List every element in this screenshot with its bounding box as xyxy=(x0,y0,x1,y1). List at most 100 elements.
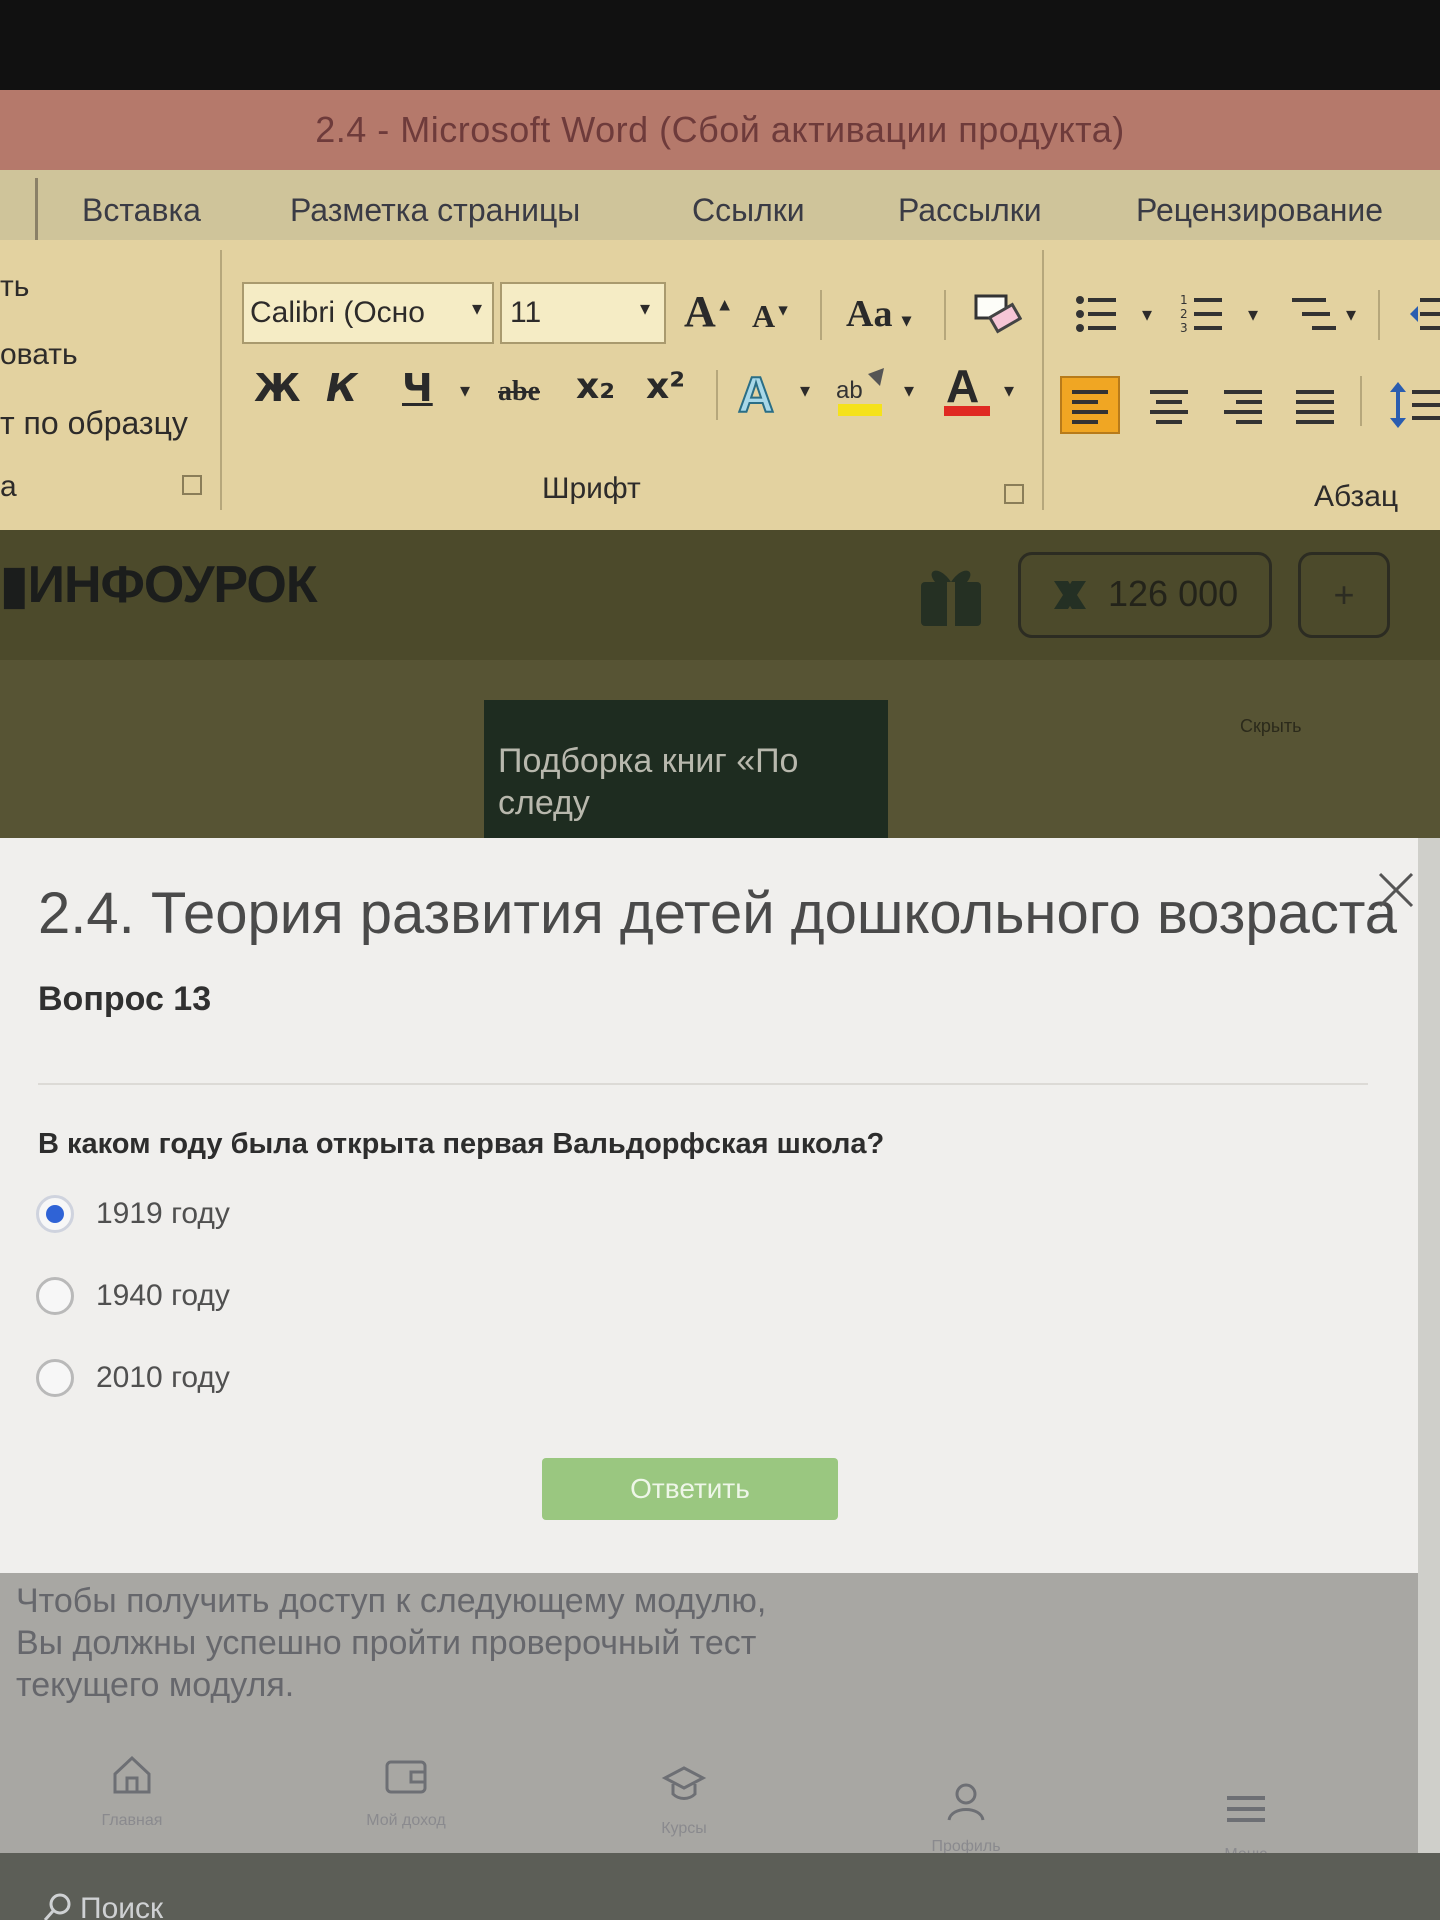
logo-text: ИНФОУРОК xyxy=(27,556,318,614)
strikethrough-button[interactable]: abe xyxy=(498,376,540,408)
text-effects-icon[interactable]: A xyxy=(736,364,800,420)
nav-label: Курсы xyxy=(661,1820,707,1837)
subscript-button[interactable]: x₂ xyxy=(576,366,615,407)
site-logo[interactable]: ▮ИНФОУРОК xyxy=(0,555,318,615)
font-launcher-icon[interactable] xyxy=(1004,484,1024,504)
highlight-color-icon[interactable]: ab xyxy=(834,364,890,420)
align-center-icon[interactable] xyxy=(1144,380,1194,430)
promo-text: Подборка книг «По следу xyxy=(498,742,799,822)
font-name-box[interactable]: Calibri (Осно ▾ xyxy=(242,282,494,344)
tab-insert[interactable]: Вставка xyxy=(82,192,201,229)
clipboard-launcher-icon[interactable] xyxy=(182,475,202,495)
change-case-button[interactable]: Aa ▾ xyxy=(846,292,911,336)
chevron-down-icon[interactable]: ▾ xyxy=(460,378,470,403)
bullets-icon[interactable] xyxy=(1074,292,1118,336)
radio-button[interactable] xyxy=(36,1359,74,1397)
group-separator xyxy=(820,290,822,340)
scrollbar-track[interactable] xyxy=(1418,838,1440,1853)
clipboard-copy-label[interactable]: овать xyxy=(0,338,78,372)
monitor-bezel xyxy=(0,0,1440,90)
answer-option-2[interactable]: 1940 году xyxy=(36,1272,230,1320)
hide-promo-link[interactable]: Скрыть xyxy=(1240,716,1301,737)
svg-text:ab: ab xyxy=(836,377,863,404)
paragraph-group-label: Абзац xyxy=(1314,480,1399,513)
close-icon[interactable] xyxy=(1374,868,1418,912)
svg-text:3: 3 xyxy=(1180,321,1188,335)
multilevel-list-icon[interactable] xyxy=(1286,292,1340,336)
nav-profile[interactable]: Профиль xyxy=(896,1778,1036,1856)
tab-page-layout[interactable]: Разметка страницы xyxy=(290,192,580,229)
profile-icon xyxy=(947,1783,985,1821)
word-title-bar: 2.4 - Microsoft Word (Сбой активации про… xyxy=(0,90,1440,170)
chevron-down-icon[interactable]: ▾ xyxy=(800,378,810,403)
chevron-down-icon: ▾ xyxy=(472,298,483,320)
svg-text:1: 1 xyxy=(1180,293,1188,307)
svg-text:A: A xyxy=(738,367,774,420)
grow-font-button[interactable]: A▲ xyxy=(684,286,734,337)
nav-income[interactable]: Мой доход xyxy=(336,1752,476,1830)
taskbar-search-input[interactable]: Поиск xyxy=(80,1892,163,1920)
justify-icon[interactable] xyxy=(1290,380,1340,430)
answer-option-label: 2010 году xyxy=(96,1361,230,1394)
home-icon xyxy=(113,1755,151,1794)
format-painter-label[interactable]: т по образцу xyxy=(0,405,188,442)
graduation-cap-icon xyxy=(661,1766,707,1800)
change-case-label: Aa xyxy=(846,293,893,335)
align-right-icon[interactable] xyxy=(1218,380,1268,430)
radio-button-selected[interactable] xyxy=(36,1195,74,1233)
module-title: 2.4. Теория развития детей дошкольного в… xyxy=(38,881,1398,946)
logo-mark-icon: ▮ xyxy=(0,556,29,614)
nav-label: Мой доход xyxy=(366,1812,446,1829)
font-size-value: 11 xyxy=(510,296,542,329)
group-separator xyxy=(944,290,946,340)
bold-button[interactable]: Ж xyxy=(254,366,301,410)
chevron-down-icon[interactable]: ▾ xyxy=(1004,378,1014,403)
clipboard-cut-label[interactable]: ть xyxy=(0,270,29,304)
chevron-down-icon[interactable]: ▾ xyxy=(1346,302,1356,327)
search-icon[interactable] xyxy=(42,1892,74,1920)
coins-icon xyxy=(1054,581,1086,609)
chevron-down-icon: ▾ xyxy=(640,298,651,320)
nav-courses[interactable]: Курсы xyxy=(614,1760,754,1838)
grow-font-label: A xyxy=(684,287,716,336)
group-separator xyxy=(220,250,222,510)
balance-amount: 126 000 xyxy=(1108,573,1239,614)
answer-option-label: 1919 году xyxy=(96,1197,230,1230)
question-text: В каком году была открыта первая Вальдор… xyxy=(38,1128,885,1160)
italic-button[interactable]: К xyxy=(326,366,357,410)
line-spacing-icon[interactable] xyxy=(1388,378,1440,432)
shrink-font-button[interactable]: A▼ xyxy=(752,298,791,335)
nav-label: Главная xyxy=(101,1812,163,1829)
module-lock-notice: Чтобы получить доступ к следующему модул… xyxy=(16,1582,767,1704)
tab-mailings[interactable]: Рассылки xyxy=(898,192,1042,229)
answer-option-3[interactable]: 2010 году xyxy=(36,1354,230,1402)
tab-review[interactable]: Рецензирование xyxy=(1136,192,1383,229)
font-name-value: Calibri (Осно xyxy=(250,296,425,329)
chevron-down-icon[interactable]: ▾ xyxy=(1142,302,1152,327)
svg-text:A: A xyxy=(946,360,979,412)
question-number: Вопрос 13 xyxy=(38,980,212,1018)
radio-button[interactable] xyxy=(36,1277,74,1315)
chevron-down-icon[interactable]: ▾ xyxy=(904,378,914,403)
wallet-icon xyxy=(385,1760,427,1794)
group-separator xyxy=(1360,376,1362,426)
align-left-button[interactable] xyxy=(1060,376,1120,434)
decrease-indent-icon[interactable] xyxy=(1410,292,1440,336)
gift-icon[interactable] xyxy=(915,560,987,628)
align-left-icon xyxy=(1072,390,1108,424)
font-color-icon[interactable]: A xyxy=(940,360,996,420)
add-funds-button[interactable]: + xyxy=(1298,552,1390,638)
tab-references[interactable]: Ссылки xyxy=(692,192,805,229)
numbering-icon[interactable]: 1 2 3 xyxy=(1180,292,1224,336)
font-size-box[interactable]: 11 ▾ xyxy=(500,282,666,344)
answer-option-1[interactable]: 1919 году xyxy=(36,1190,230,1238)
submit-answer-button[interactable]: Ответить xyxy=(542,1458,838,1520)
word-window-title: 2.4 - Microsoft Word (Сбой активации про… xyxy=(315,109,1125,150)
nav-home[interactable]: Главная xyxy=(62,1752,202,1830)
superscript-button[interactable]: x² xyxy=(646,366,685,407)
underline-button[interactable]: Ч xyxy=(402,366,433,410)
chevron-down-icon[interactable]: ▾ xyxy=(1248,302,1258,327)
word-ribbon-tabs: Вставка Разметка страницы Ссылки Рассылк… xyxy=(0,170,1440,240)
chevron-down-icon: ▾ xyxy=(901,310,911,330)
clear-formatting-icon[interactable] xyxy=(972,292,1022,336)
